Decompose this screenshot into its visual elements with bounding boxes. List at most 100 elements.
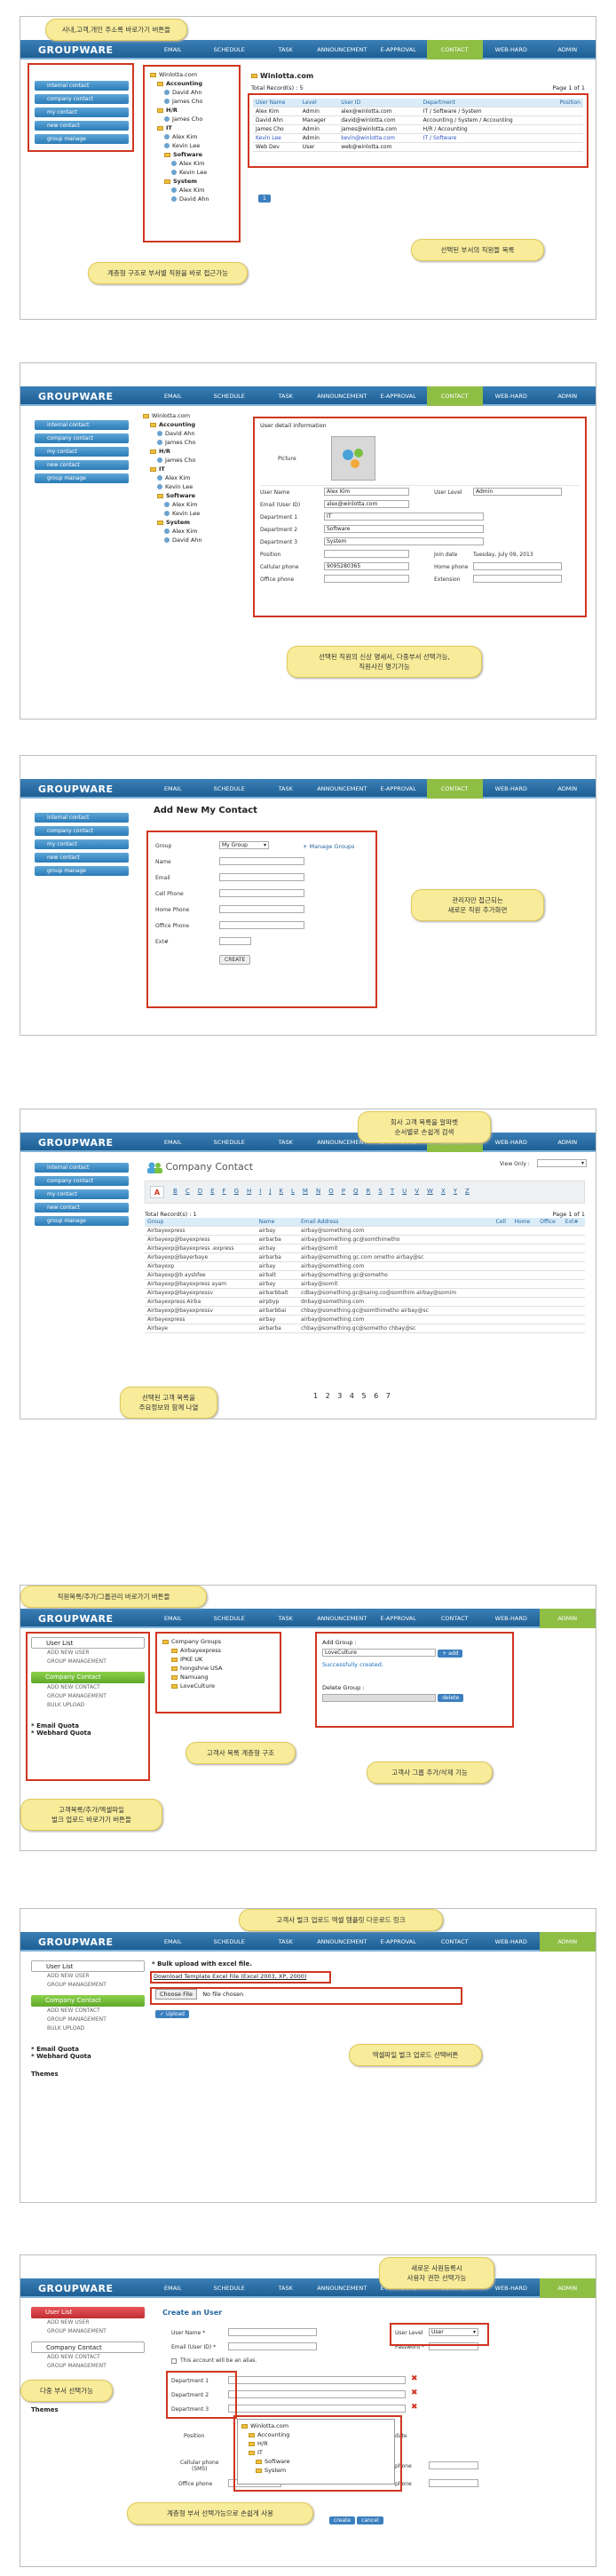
group-management-link-2[interactable]: GROUP MANAGEMENT — [31, 2015, 145, 2024]
nav-email[interactable]: EMAIL — [145, 779, 201, 799]
nav-announcement[interactable]: ANNOUNCEMENT — [314, 779, 371, 799]
nav-admin[interactable]: ADMIN — [540, 40, 596, 60]
group-item[interactable]: LoveCulture — [162, 1682, 222, 1690]
nav-task[interactable]: TASK — [257, 779, 314, 799]
contact-field-input[interactable] — [219, 873, 304, 881]
manage-groups-link[interactable]: + Manage Groups — [303, 843, 355, 850]
groups-root[interactable]: Company Groups — [162, 1637, 222, 1646]
tree-root[interactable]: Winlotta.com — [143, 411, 202, 420]
nav-web-hard[interactable]: WEB-HARD — [483, 40, 540, 60]
nav-announcement[interactable]: ANNOUNCEMENT — [314, 1609, 371, 1628]
company-contact-button[interactable]: Company Contact — [31, 1672, 145, 1683]
dept1-input[interactable] — [228, 2376, 406, 2384]
upload-button[interactable]: ✓ Upload — [155, 2010, 189, 2018]
my-contact-button[interactable]: my contact — [35, 447, 129, 457]
nav-task[interactable]: TASK — [257, 2278, 314, 2298]
group-management-link[interactable]: GROUP MANAGEMENT — [31, 1658, 145, 1666]
internal-contact-button[interactable]: internal contact — [35, 1163, 129, 1173]
alpha-filter-letter[interactable]: R — [366, 1188, 370, 1195]
nav-e-approval[interactable]: E-APPROVAL — [370, 40, 427, 60]
bulk-upload-link[interactable]: BULK UPLOAD — [31, 1701, 145, 1710]
alpha-filter-letter[interactable]: C — [186, 1188, 190, 1195]
alpha-filter-letter[interactable]: G — [234, 1188, 239, 1195]
alpha-filter-letter[interactable]: X — [441, 1188, 446, 1195]
group-item[interactable]: hongshne USA — [162, 1664, 222, 1673]
office-phone-field[interactable] — [324, 575, 409, 583]
nav-schedule[interactable]: SCHEDULE — [201, 1932, 258, 1952]
alpha-filter-letter[interactable]: N — [316, 1188, 320, 1195]
nav-schedule[interactable]: SCHEDULE — [201, 779, 258, 799]
close-icon[interactable]: ✖ — [411, 2389, 418, 2397]
contact-field-input[interactable] — [219, 889, 304, 897]
alpha-a-badge[interactable]: A — [150, 1186, 164, 1198]
group-management-link-2[interactable]: GROUP MANAGEMENT — [31, 1692, 145, 1701]
add-new-user-link[interactable]: ADD NEW USER — [31, 1972, 145, 1981]
nav-admin[interactable]: ADMIN — [539, 1932, 596, 1952]
tree-kevin[interactable]: Kevin Lee — [143, 482, 202, 491]
alpha-filter-letter[interactable]: L — [291, 1188, 295, 1195]
dept2-input[interactable] — [228, 2390, 406, 2398]
nav-task[interactable]: TASK — [257, 1133, 314, 1152]
nav-e-approval[interactable]: E-APPROVAL — [370, 386, 427, 406]
tree-james[interactable]: James Cho — [143, 438, 202, 447]
nav-web-hard[interactable]: WEB-HARD — [483, 386, 540, 406]
contact-field-input[interactable] — [219, 921, 304, 929]
nav-email[interactable]: EMAIL — [145, 386, 201, 406]
nav-e-approval[interactable]: E-APPROVAL — [370, 1932, 427, 1952]
add-new-contact-link[interactable]: ADD NEW CONTACT — [31, 2353, 145, 2362]
company-contact-button[interactable]: company contact — [35, 826, 129, 836]
alpha-filter-letter[interactable]: W — [427, 1188, 433, 1195]
nav-e-approval[interactable]: E-APPROVAL — [370, 1609, 427, 1628]
user-photo[interactable] — [331, 436, 375, 481]
alpha-filter-letter[interactable]: Y — [454, 1188, 457, 1195]
alpha-filter-letter[interactable]: V — [415, 1188, 419, 1195]
nav-email[interactable]: EMAIL — [145, 1133, 201, 1152]
group-management-link[interactable]: GROUP MANAGEMENT — [31, 2327, 145, 2336]
new-contact-button[interactable]: new contact — [35, 853, 129, 863]
nav-e-approval[interactable]: E-APPROVAL — [370, 779, 427, 799]
internal-contact-button[interactable]: internal contact — [35, 813, 129, 823]
alpha-filter-letter[interactable]: D — [198, 1188, 202, 1195]
group-management-link[interactable]: GROUP MANAGEMENT — [31, 1981, 145, 1990]
nav-email[interactable]: EMAIL — [145, 1609, 201, 1628]
tree-david[interactable]: David Ahn — [143, 429, 202, 438]
nav-admin[interactable]: ADMIN — [539, 1609, 596, 1628]
email-field[interactable]: alex@winlotta.com — [324, 500, 409, 508]
dept2-field[interactable]: Software — [324, 525, 484, 533]
nav-admin[interactable]: ADMIN — [540, 386, 596, 406]
my-contact-button[interactable]: my contact — [35, 1189, 129, 1199]
alpha-filter-letter[interactable]: B — [173, 1188, 178, 1195]
alpha-filter-letter[interactable]: Z — [465, 1188, 470, 1195]
user-list-button[interactable]: User List — [31, 2307, 145, 2318]
nav-contact[interactable]: CONTACT — [427, 1609, 484, 1628]
alpha-filter-letter[interactable]: Q — [353, 1188, 359, 1195]
group-manage-button[interactable]: group manage — [35, 866, 129, 876]
nav-contact[interactable]: CONTACT — [426, 779, 483, 799]
close-icon[interactable]: ✖ — [411, 2374, 418, 2383]
close-icon[interactable]: ✖ — [411, 2403, 418, 2412]
nav-email[interactable]: EMAIL — [145, 40, 201, 60]
company-contact-button[interactable]: Company Contact — [31, 2341, 145, 2353]
tree-it[interactable]: IT — [143, 465, 202, 473]
nav-task[interactable]: TASK — [257, 1609, 314, 1628]
group-manage-button[interactable]: group manage — [35, 1216, 129, 1226]
alpha-filter-letter[interactable]: O — [328, 1188, 334, 1195]
add-new-user-link[interactable]: ADD NEW USER — [31, 2318, 145, 2327]
nav-email[interactable]: EMAIL — [145, 1932, 201, 1952]
create-button[interactable]: CREATE — [219, 955, 251, 965]
email-input[interactable] — [228, 2342, 317, 2350]
nav-web-hard[interactable]: WEB-HARD — [483, 779, 540, 799]
alpha-filter-letter[interactable]: P — [342, 1188, 345, 1195]
tree-accounting[interactable]: Accounting — [143, 420, 202, 429]
company-contact-button[interactable]: company contact — [35, 433, 129, 443]
bulk-upload-link[interactable]: BULK UPLOAD — [31, 2024, 145, 2033]
alpha-filter-letter[interactable]: K — [279, 1188, 283, 1195]
pager-1[interactable]: 1 — [258, 195, 271, 203]
nav-schedule[interactable]: SCHEDULE — [201, 386, 258, 406]
alpha-filter-letter[interactable]: F — [223, 1188, 226, 1195]
dept1-field[interactable]: IT — [324, 513, 484, 521]
tree-david-2[interactable]: David Ahn — [143, 536, 202, 545]
position-field[interactable] — [324, 550, 409, 558]
company-contact-button[interactable]: Company Contact — [31, 1995, 145, 2007]
user-list-button[interactable]: User List — [31, 1960, 145, 1972]
